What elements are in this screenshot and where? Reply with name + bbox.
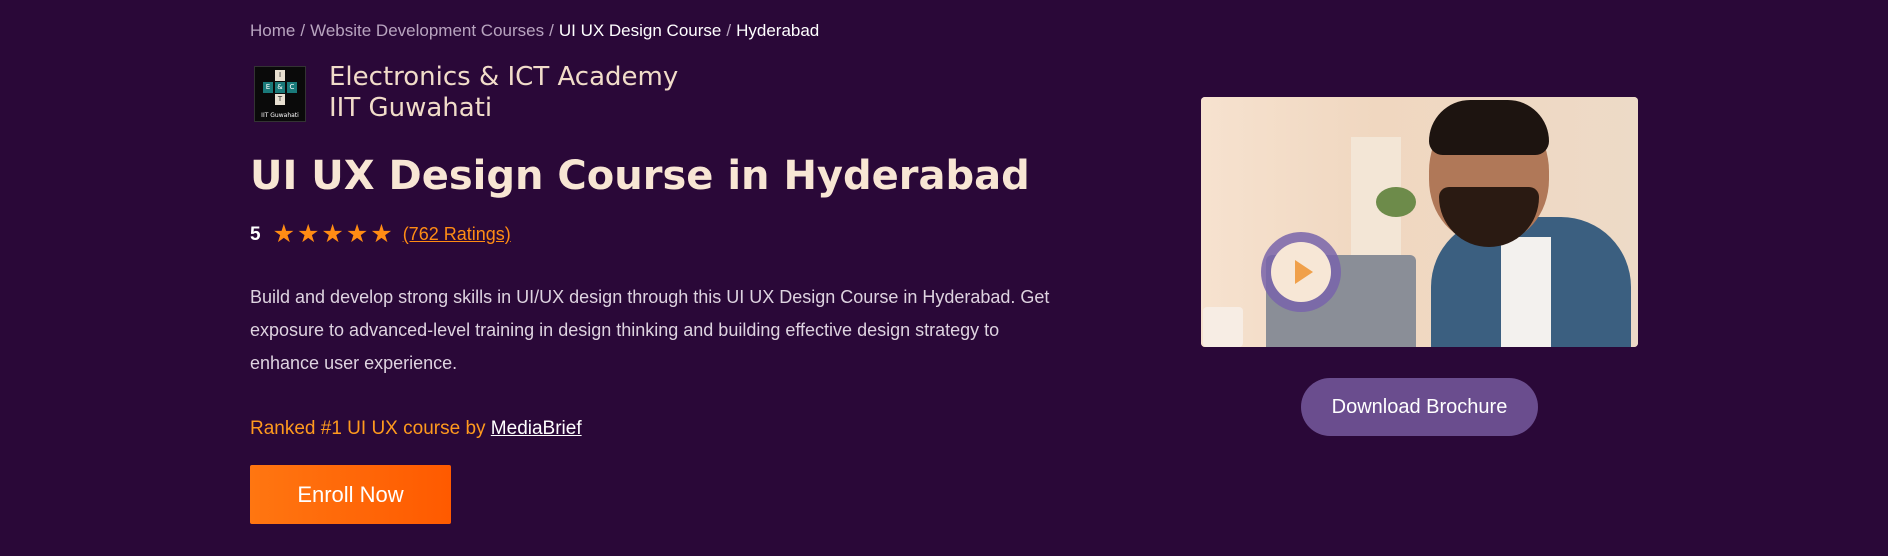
play-button-core [1271,242,1331,302]
breadcrumb-separator: / [549,21,554,40]
eict-logo-icon: I E & C T IIT Guwahati [254,66,306,122]
video-person-tee [1501,237,1551,347]
logo-letter: & [275,82,285,93]
video-person-hair [1429,100,1549,155]
academy-logo: I E & C T IIT Guwahati [254,66,306,122]
logo-letter: I [275,70,285,81]
breadcrumb-website-development[interactable]: Website Development Courses [310,21,544,40]
star-icon: ★ [272,220,295,248]
page-title: UI UX Design Course in Hyderabad [250,153,1030,199]
star-icon: ★ [345,220,369,248]
ranking-note: Ranked #1 UI UX course by MediaBrief [250,418,582,440]
enroll-now-button[interactable]: Enroll Now [250,465,451,524]
star-icon: ★ [297,220,320,248]
course-description: Build and develop strong skills in UI/UX… [250,287,1050,373]
play-icon [1295,260,1313,284]
breadcrumb-separator: / [300,21,306,40]
academy-name-line1: Electronics & ICT Academy [329,62,679,92]
breadcrumb: Home / Website Development Courses / UI UX D… [250,21,819,41]
logo-letter: T [275,94,285,105]
video-mug [1203,307,1243,347]
hero-section: Home / Website Development Courses / UI UX D… [0,0,1888,556]
academy-name-line2: IIT Guwahati [329,93,493,123]
ratings-count-link[interactable]: (762 Ratings) [403,224,511,245]
download-brochure-button[interactable]: Download Brochure [1301,378,1538,436]
play-button[interactable] [1261,232,1341,312]
course-video-thumbnail[interactable] [1201,97,1638,347]
video-plant [1376,187,1416,217]
ranking-text: Ranked #1 UI UX course by [250,418,491,439]
breadcrumb-current-hyderabad: Hyderabad [736,21,820,40]
rating-row: 5 ★ ★ ★ ★ ★ (762 Ratings) [250,222,511,247]
logo-caption: IIT Guwahati [261,112,299,119]
breadcrumb-home[interactable]: Home [250,21,295,40]
logo-letter: C [287,82,297,93]
star-icon: ★ [370,220,393,248]
breadcrumb-ui-ux-course[interactable]: UI UX Design Course [559,21,722,40]
mediabrief-link[interactable]: MediaBrief [491,418,582,439]
academy-name: Electronics & ICT Academy IIT Guwahati [329,62,678,124]
star-icon: ★ [321,220,344,248]
breadcrumb-separator: / [726,21,732,40]
rating-score: 5 [250,223,261,245]
logo-letter: E [263,82,273,93]
